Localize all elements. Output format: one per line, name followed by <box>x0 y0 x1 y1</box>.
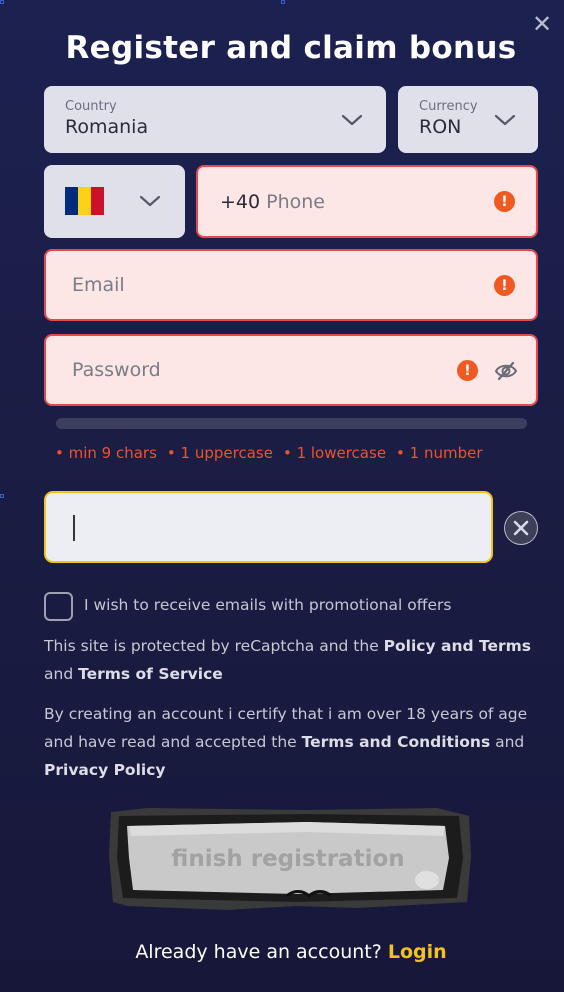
phone-placeholder: Phone <box>266 190 325 213</box>
login-prompt-text: Already have an account? <box>135 941 382 963</box>
corner-marker <box>0 494 4 498</box>
clear-button[interactable] <box>504 511 538 545</box>
close-icon <box>505 512 537 544</box>
text-cursor <box>73 515 75 541</box>
currency-select[interactable]: Currency RON <box>398 86 538 153</box>
currency-label: Currency <box>419 99 478 114</box>
login-prompt: Already have an account? Login <box>0 941 564 963</box>
corner-marker <box>0 0 4 4</box>
country-select[interactable]: Country Romania <box>44 86 386 153</box>
privacy-policy-link[interactable]: Privacy Policy <box>44 761 166 779</box>
terms-of-service-link[interactable]: Terms of Service <box>78 665 223 683</box>
warning-icon: ! <box>457 360 478 381</box>
chevron-down-icon <box>139 195 161 207</box>
warning-icon: ! <box>494 275 515 296</box>
policy-terms-link[interactable]: Policy and Terms <box>384 637 531 655</box>
password-strength-bar <box>56 418 527 429</box>
rule-item: • 1 lowercase <box>282 444 387 462</box>
phone-input[interactable]: +40 Phone ! <box>196 165 538 238</box>
flag-stripe <box>91 187 104 215</box>
recaptcha-text: and <box>44 665 79 683</box>
terms-conditions-link[interactable]: Terms and Conditions <box>302 733 491 751</box>
age-notice: By creating an account i certify that i … <box>44 700 544 784</box>
rule-item: • 1 number <box>396 444 483 462</box>
email-input[interactable]: Email ! <box>44 249 538 321</box>
eye-slash-icon[interactable] <box>494 360 518 382</box>
promo-checkbox[interactable] <box>44 592 73 621</box>
chevron-down-icon <box>341 114 363 126</box>
phone-prefix: +40 <box>220 190 261 213</box>
recaptcha-text: This site is protected by reCaptcha and … <box>44 637 384 655</box>
flag-stripe <box>78 187 91 215</box>
password-rules: • min 9 chars • 1 uppercase • 1 lowercas… <box>55 444 483 462</box>
recaptcha-notice: This site is protected by reCaptcha and … <box>44 632 544 688</box>
country-value: Romania <box>65 116 149 138</box>
rule-item: • min 9 chars <box>55 444 157 462</box>
chevron-down-icon <box>494 114 516 126</box>
captcha-input[interactable] <box>44 491 493 563</box>
email-placeholder: Email <box>72 274 125 296</box>
login-link[interactable]: Login <box>388 941 447 963</box>
rule-item: • 1 uppercase <box>166 444 273 462</box>
finish-registration-button[interactable]: finish registration <box>107 806 473 912</box>
age-text: and <box>490 733 525 751</box>
password-placeholder: Password <box>72 359 161 381</box>
country-label: Country <box>65 99 117 114</box>
finish-registration-label: finish registration <box>171 846 405 872</box>
flag-stripe <box>65 187 78 215</box>
romania-flag-icon <box>65 187 104 215</box>
warning-icon: ! <box>494 191 515 212</box>
promo-checkbox-label[interactable]: I wish to receive emails with promotiona… <box>84 596 451 614</box>
corner-marker <box>281 0 285 4</box>
page-title: Register and claim bonus <box>65 30 517 66</box>
currency-value: RON <box>419 116 462 138</box>
phone-country-select[interactable] <box>44 165 185 238</box>
password-input[interactable]: Password ! <box>44 334 538 406</box>
